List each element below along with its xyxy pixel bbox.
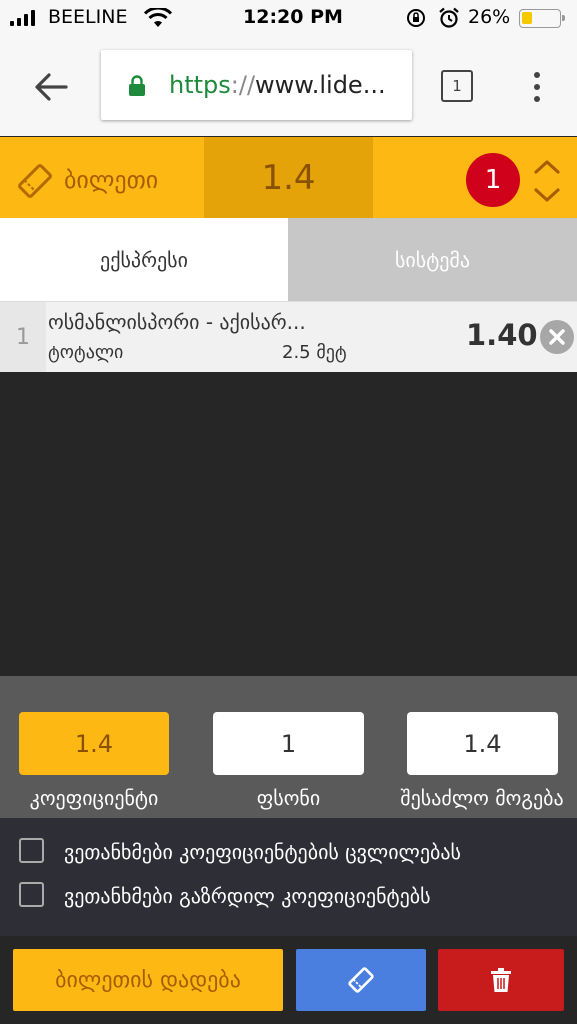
status-bar: BEELINE 12:20 PM 26% xyxy=(0,0,577,36)
payout-field: 1.4 xyxy=(407,712,558,775)
url-separator: :// xyxy=(230,71,256,99)
accept-boosted-odds-label[interactable]: ვეთანხმები გაზრდილ კოეფიციენტებს xyxy=(64,884,431,908)
ticket-label: ბილეთი xyxy=(64,166,159,194)
ticket-icon xyxy=(18,164,52,198)
tab-switcher-button[interactable]: 1 xyxy=(441,70,473,102)
alarm-icon xyxy=(439,7,459,28)
bet-row[interactable]: 1 ოსმანლისპორი - აქისარ... ტოტალი 2.5 მე… xyxy=(0,301,577,372)
tab-count: 1 xyxy=(452,77,462,95)
place-bet-button[interactable]: ბილეთის დადება xyxy=(13,949,283,1011)
remove-bet-button[interactable] xyxy=(540,320,574,354)
battery-percent: 26% xyxy=(468,6,511,28)
overflow-menu-icon[interactable] xyxy=(532,72,542,104)
accept-odds-change-label[interactable]: ვეთანხმები კოეფიციენტების ცვლილებას xyxy=(64,840,461,864)
url-host: www.lide... xyxy=(255,71,386,99)
url-text: https://www.lide... xyxy=(169,71,386,99)
ticket-total-odds: 1.4 xyxy=(204,137,373,218)
coefficient-value: 1.4 xyxy=(74,729,114,758)
tab-system[interactable]: სისტემა xyxy=(288,218,577,301)
stake-value: 1 xyxy=(280,729,297,758)
accept-odds-change-checkbox[interactable] xyxy=(19,838,44,863)
bet-selection: 2.5 მეტ xyxy=(282,342,347,363)
carrier-name: BEELINE xyxy=(48,6,128,28)
bet-index-number: 1 xyxy=(16,324,30,350)
payout-label: შესაძლო მოგება xyxy=(400,786,564,810)
agreements-panel xyxy=(0,818,577,936)
expand-collapse-icon[interactable] xyxy=(533,158,561,204)
place-bet-label: ბილეთის დადება xyxy=(55,967,241,993)
payout-value: 1.4 xyxy=(463,729,502,758)
clock-time: 12:20 PM xyxy=(243,6,343,28)
clear-ticket-button[interactable] xyxy=(438,949,564,1011)
bet-index: 1 xyxy=(0,302,46,372)
tab-express-label: ექსპრესი xyxy=(100,247,188,272)
accept-boosted-odds-checkbox[interactable] xyxy=(19,882,44,907)
ticket-icon xyxy=(348,967,374,993)
signal-icon xyxy=(10,10,40,26)
ticket-count: 1 xyxy=(484,165,502,195)
bet-match-name: ოსმანლისპორი - აქისარ... xyxy=(48,310,306,334)
address-bar[interactable]: https://www.lide... xyxy=(101,50,412,120)
stake-label: ფსონი xyxy=(256,786,321,810)
wifi-icon xyxy=(144,8,172,27)
stake-input[interactable]: 1 xyxy=(213,712,364,775)
coefficient-field: 1.4 xyxy=(19,712,169,775)
battery-icon xyxy=(519,9,565,28)
ticket-count-badge: 1 xyxy=(466,153,520,207)
coefficient-label: კოეფიციენტი xyxy=(29,786,159,810)
rotation-lock-icon xyxy=(407,9,425,27)
trash-icon xyxy=(491,968,511,992)
bet-market: ტოტალი xyxy=(48,342,124,363)
url-scheme: https xyxy=(169,71,231,99)
tab-system-label: სისტემა xyxy=(394,247,471,272)
lock-icon xyxy=(129,75,145,96)
tab-express[interactable]: ექსპრესი xyxy=(0,218,288,301)
close-icon xyxy=(549,329,565,345)
ticket-odds-value: 1.4 xyxy=(261,157,316,198)
bet-odds: 1.40 xyxy=(466,318,538,352)
back-arrow-icon[interactable] xyxy=(34,72,68,102)
save-ticket-button[interactable] xyxy=(296,949,426,1011)
